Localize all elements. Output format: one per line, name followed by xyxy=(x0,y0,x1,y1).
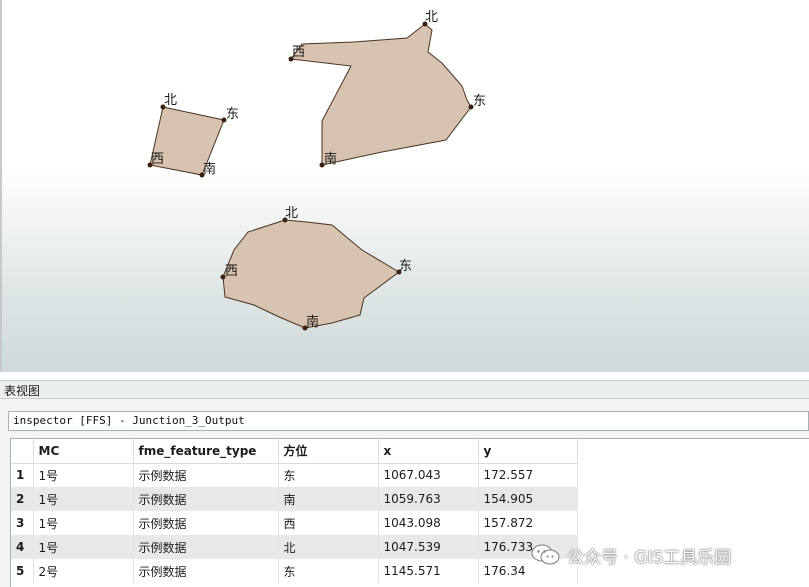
cell-mc[interactable]: 1号 xyxy=(33,535,134,559)
panel-title: 表视图 xyxy=(4,384,41,398)
label-south: 南 xyxy=(324,151,337,167)
label-east: 东 xyxy=(473,94,486,109)
column-header-y[interactable]: y xyxy=(478,439,578,464)
label-north: 北 xyxy=(285,206,298,221)
source-selector[interactable]: inspector [FFS] - Junction_3_Output xyxy=(8,411,809,431)
table-row[interactable]: 5 2号 示例数据 东 1145.571 176.34 xyxy=(11,559,578,583)
column-header-fme-feature-type[interactable]: fme_feature_type xyxy=(133,439,279,464)
label-east: 东 xyxy=(226,107,239,122)
cell-mc[interactable]: 2号 xyxy=(33,559,134,583)
column-header-mc[interactable]: MC xyxy=(33,439,134,464)
cell-x[interactable]: 1043.098 xyxy=(378,511,479,535)
cell-mc[interactable]: 1号 xyxy=(33,463,134,487)
row-number-header[interactable] xyxy=(11,439,34,464)
watermark-text: 公众号 · GIS工具乐园 xyxy=(567,547,732,568)
table-row[interactable]: 1 1号 示例数据 东 1067.043 172.557 xyxy=(11,463,578,487)
wechat-icon xyxy=(531,544,560,565)
column-header-direction[interactable]: 方位 xyxy=(278,439,379,464)
row-number[interactable]: 1 xyxy=(11,463,34,487)
cell-y[interactable]: 172.557 xyxy=(478,463,578,487)
label-south: 南 xyxy=(306,314,319,330)
cell-y[interactable]: 157.872 xyxy=(478,511,578,535)
row-number[interactable]: 5 xyxy=(11,559,34,583)
label-north: 北 xyxy=(164,93,177,108)
label-south: 南 xyxy=(203,161,216,177)
row-number[interactable]: 4 xyxy=(11,535,34,559)
watermark: 公众号 · GIS工具乐园 xyxy=(531,541,731,569)
row-number[interactable]: 3 xyxy=(11,511,34,535)
polygon-large[interactable]: 北 东 南 西 xyxy=(288,10,487,168)
cell-direction[interactable]: 东 xyxy=(278,463,379,487)
cell-fme-feature-type[interactable]: 示例数据 xyxy=(133,535,279,559)
cell-x[interactable]: 1145.571 xyxy=(378,559,479,583)
cell-fme-feature-type[interactable]: 示例数据 xyxy=(133,511,279,535)
label-east: 东 xyxy=(399,259,412,274)
label-west: 西 xyxy=(151,152,164,167)
table-header-row: MC fme_feature_type 方位 x y xyxy=(11,439,578,464)
cell-direction[interactable]: 西 xyxy=(278,511,379,535)
table-view-title-bar: 表视图 xyxy=(0,380,809,399)
label-north: 北 xyxy=(425,10,438,25)
cell-x[interactable]: 1047.539 xyxy=(378,535,479,559)
table-row[interactable]: 3 1号 示例数据 西 1043.098 157.872 xyxy=(11,511,578,535)
cell-x[interactable]: 1067.043 xyxy=(378,463,479,487)
cell-direction[interactable]: 北 xyxy=(278,535,379,559)
cell-fme-feature-type[interactable]: 示例数据 xyxy=(133,487,279,511)
table-row[interactable]: 4 1号 示例数据 北 1047.539 176.733 xyxy=(11,535,578,559)
polygon-bottom[interactable]: 北 东 南 西 xyxy=(220,206,413,331)
cell-mc[interactable]: 1号 xyxy=(33,511,134,535)
cell-direction[interactable]: 南 xyxy=(278,487,379,511)
cell-direction[interactable]: 东 xyxy=(278,559,379,583)
cell-fme-feature-type[interactable]: 示例数据 xyxy=(133,559,279,583)
label-west: 西 xyxy=(292,45,305,60)
cell-x[interactable]: 1059.763 xyxy=(378,487,479,511)
cell-y[interactable]: 154.905 xyxy=(478,487,578,511)
map-canvas: 北 东 南 西 北 东 南 西 北 东 南 西 xyxy=(147,10,487,331)
column-header-x[interactable]: x xyxy=(378,439,479,464)
map-view[interactable]: 北 东 南 西 北 东 南 西 北 东 南 西 xyxy=(0,0,809,372)
cell-fme-feature-type[interactable]: 示例数据 xyxy=(133,463,279,487)
row-number[interactable]: 2 xyxy=(11,487,34,511)
table-row[interactable]: 2 1号 示例数据 南 1059.763 154.905 xyxy=(11,487,578,511)
label-west: 西 xyxy=(225,264,238,279)
cell-mc[interactable]: 1号 xyxy=(33,487,134,511)
polygon-small[interactable]: 北 东 南 西 xyxy=(147,93,240,178)
